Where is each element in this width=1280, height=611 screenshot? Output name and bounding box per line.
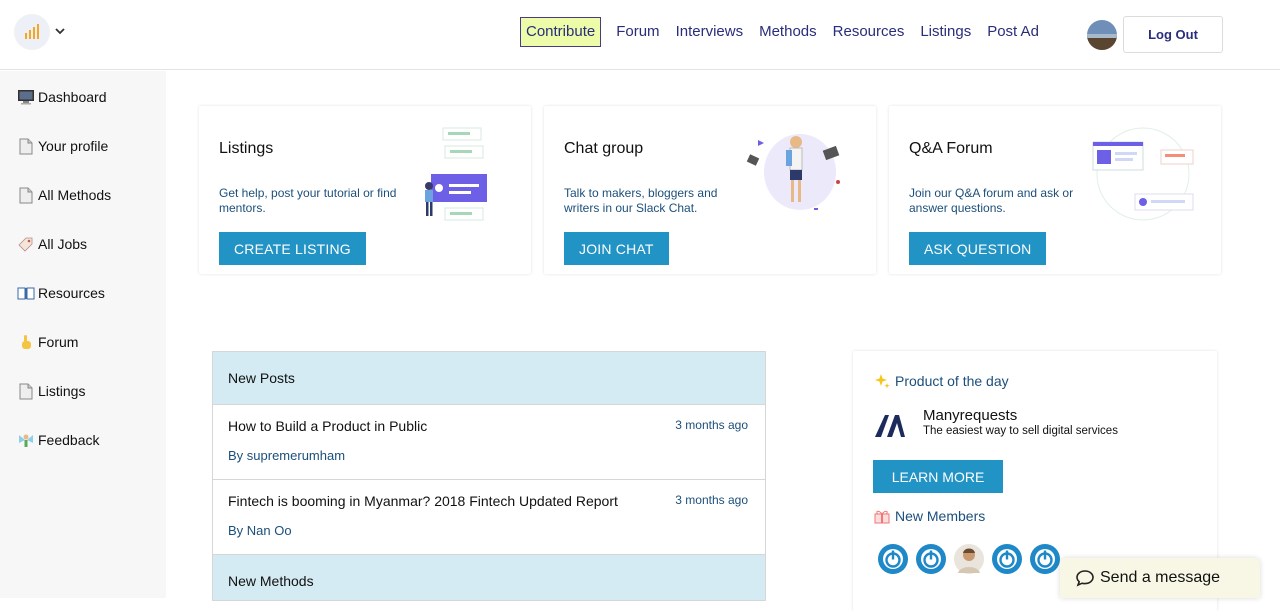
sidebar-item-forum[interactable]: Forum [16, 331, 78, 353]
user-avatar[interactable] [1087, 20, 1117, 50]
sidebar-item-label: Resources [38, 285, 105, 301]
post-author[interactable]: By supremerumham [228, 448, 345, 463]
new-members-list [877, 543, 1067, 575]
desktop-icon [16, 88, 36, 106]
nav-methods[interactable]: Methods [759, 17, 817, 47]
nav-interviews[interactable]: Interviews [676, 17, 744, 47]
sidebar-item-label: Feedback [38, 432, 100, 448]
sidebar-item-label: All Methods [38, 187, 112, 203]
nav-resources[interactable]: Resources [833, 17, 905, 47]
listings-illustration [425, 127, 487, 221]
post-row[interactable]: Fintech is booming in Myanmar? 2018 Fint… [213, 480, 765, 555]
qa-illustration [1092, 127, 1194, 221]
sidebar-item-label: Forum [38, 334, 79, 350]
member-avatar[interactable] [877, 543, 909, 575]
chat-illustration [746, 134, 840, 210]
sidebar-item-all-jobs[interactable]: All Jobs [16, 233, 87, 255]
member-avatar[interactable] [1029, 543, 1061, 575]
ribbon-icon [874, 510, 890, 524]
product-tagline: The easiest way to sell digital services [923, 425, 1118, 437]
logout-button[interactable]: Log Out [1123, 16, 1223, 53]
page-icon [16, 382, 36, 400]
sparkles-icon [875, 374, 890, 389]
post-author[interactable]: By Nan Oo [228, 523, 292, 538]
sidebar-item-your-profile[interactable]: Your profile [16, 135, 108, 157]
tag-icon [16, 235, 36, 253]
product-of-the-day-label: Product of the day [895, 373, 1009, 389]
top-navigation-bar: Contribute Forum Interviews Methods Reso… [0, 0, 1280, 70]
post-title[interactable]: Fintech is booming in Myanmar? 2018 Fint… [228, 493, 618, 509]
sidebar-item-label: All Jobs [38, 236, 88, 252]
create-listing-button[interactable]: CREATE LISTING [219, 232, 366, 265]
sidebar-item-label: Listings [38, 383, 86, 399]
nav-forum[interactable]: Forum [616, 17, 659, 47]
send-message-widget[interactable]: Send a message [1060, 558, 1260, 598]
posts-panel: New Posts How to Build a Product in Publ… [212, 351, 766, 601]
sidebar-item-listings[interactable]: Listings [16, 380, 85, 402]
post-time: 3 months ago [675, 493, 748, 507]
join-chat-button[interactable]: JOIN CHAT [564, 232, 669, 265]
book-icon [16, 284, 36, 302]
page-icon [16, 137, 36, 155]
card-description: Talk to makers, bloggers and writers in … [564, 186, 718, 215]
fairy-icon [16, 431, 36, 449]
card-description: Join our Q&A forum and ask or answer que… [909, 186, 1074, 215]
sidebar-item-dashboard[interactable]: Dashboard [16, 86, 107, 108]
new-members-title: New Members [873, 508, 985, 524]
card-description: Get help, post your tutorial or find men… [219, 186, 397, 215]
ask-question-button[interactable]: ASK QUESTION [909, 232, 1047, 265]
learn-more-button[interactable]: LEARN MORE [873, 460, 1003, 493]
speech-bubble-icon [1076, 570, 1094, 587]
chat-group-card: Chat group Talk to makers, bloggers and … [544, 106, 876, 274]
post-time: 3 months ago [675, 418, 748, 432]
sidebar-item-label: Dashboard [38, 89, 107, 105]
member-avatar[interactable] [915, 543, 947, 575]
member-avatar[interactable] [991, 543, 1023, 575]
sidebar-item-all-methods[interactable]: All Methods [16, 184, 111, 206]
post-title[interactable]: How to Build a Product in Public [228, 418, 427, 434]
sidebar: Dashboard Your profile All Methods All J… [0, 71, 166, 598]
card-title: Chat group [564, 140, 644, 157]
sidebar-item-resources[interactable]: Resources [16, 282, 105, 304]
nav-post-ad[interactable]: Post Ad [987, 17, 1039, 47]
new-members-label: New Members [895, 508, 986, 524]
chevron-down-icon[interactable] [53, 24, 67, 38]
bar-chart-logo-icon[interactable] [14, 14, 50, 50]
member-avatar[interactable] [953, 543, 985, 575]
new-posts-header: New Posts [213, 352, 765, 405]
listings-card: Listings Get help, post your tutorial or… [199, 106, 531, 274]
card-title: Q&A Forum [909, 140, 993, 157]
nav-listings[interactable]: Listings [920, 17, 971, 47]
qa-forum-card: Q&A Forum Join our Q&A forum and ask or … [889, 106, 1221, 274]
new-methods-header: New Methods [213, 555, 765, 600]
post-row[interactable]: How to Build a Product in Public 3 month… [213, 405, 765, 480]
pointing-hand-icon [16, 333, 36, 351]
product-of-the-day-title: Product of the day [873, 373, 1009, 389]
product-name[interactable]: Manyrequests [923, 407, 1017, 424]
send-message-label: Send a message [1100, 569, 1221, 586]
sidebar-item-feedback[interactable]: Feedback [16, 429, 99, 451]
card-title: Listings [219, 140, 274, 157]
sidebar-item-label: Your profile [38, 138, 109, 154]
manyrequests-logo[interactable] [873, 413, 907, 439]
page-icon [16, 186, 36, 204]
main-nav: Contribute Forum Interviews Methods Reso… [520, 17, 1055, 47]
nav-contribute[interactable]: Contribute [520, 17, 602, 47]
